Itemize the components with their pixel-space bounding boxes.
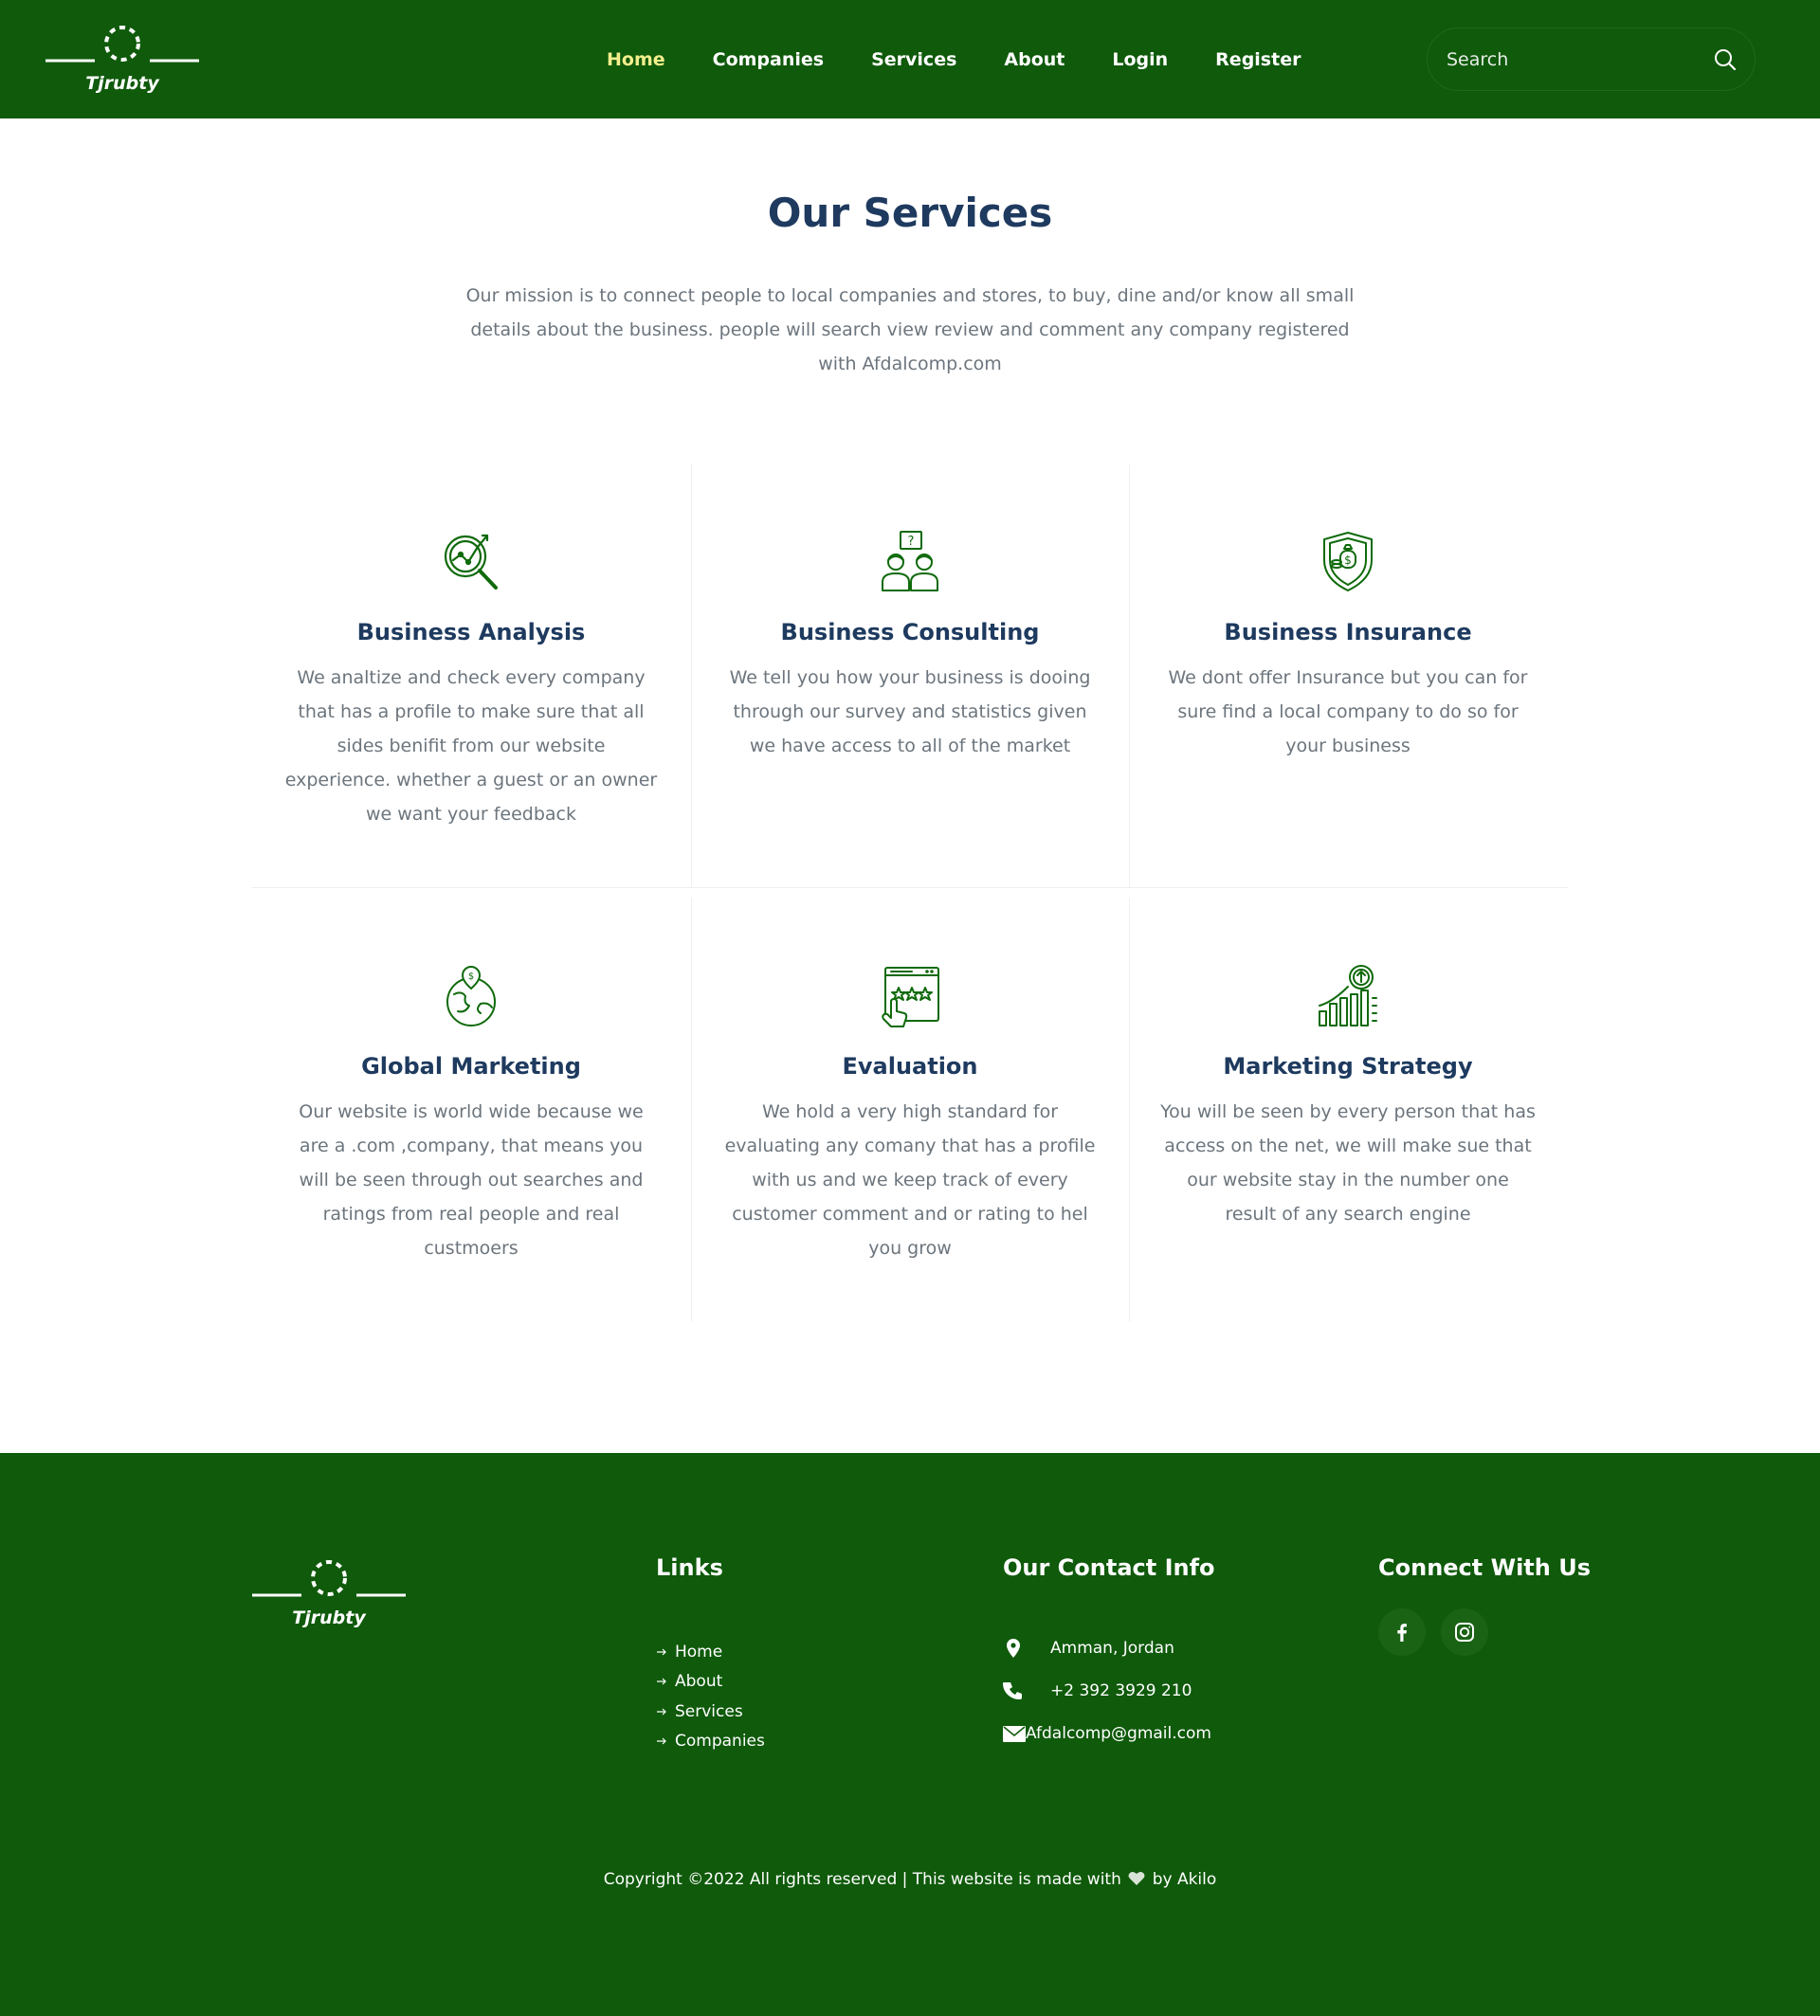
contact-phone: +2 392 3929 210	[1003, 1680, 1192, 1702]
global-marketing-icon: $	[446, 966, 496, 1026]
footer-contact-title: Our Contact Info	[1003, 1554, 1215, 1581]
footer-links: Home About Services Companies	[656, 1637, 765, 1756]
footer-brand-logo[interactable]: Tjrubty	[252, 1553, 406, 1631]
service-title: Marketing Strategy	[1223, 1053, 1473, 1080]
services-grid: Business Analysis We analtize and check …	[252, 464, 1568, 1321]
contact-address: Amman, Jordan	[1003, 1637, 1174, 1660]
service-card-business-consulting: ? Business Consulting We tell you how yo…	[691, 530, 1129, 763]
page-title: Our Services	[767, 190, 1053, 236]
brand-logo[interactable]: Tjrubty	[46, 19, 199, 97]
footer-links-title: Links	[656, 1554, 723, 1581]
heart-icon	[1128, 1871, 1145, 1885]
nav-home[interactable]: Home	[607, 49, 665, 70]
service-text: We hold a very high standard for evaluat…	[724, 1101, 1096, 1259]
site-header: Tjrubty Home Companies Services About Lo…	[0, 0, 1820, 118]
strategy-growth-chart-icon	[1319, 965, 1377, 1026]
nav-companies[interactable]: Companies	[713, 49, 824, 70]
arrow-right-icon	[657, 1678, 666, 1685]
service-text: We analtize and check every company that…	[284, 667, 658, 825]
facebook-icon	[1397, 1624, 1407, 1642]
service-title: Business Insurance	[1224, 619, 1472, 645]
map-pin-icon	[1007, 1639, 1020, 1658]
arrow-right-icon	[657, 1737, 666, 1745]
insurance-shield-icon: $	[1323, 532, 1373, 591]
arrow-right-icon	[657, 1708, 666, 1716]
analysis-magnifier-icon	[444, 534, 498, 590]
facebook-button[interactable]	[1378, 1608, 1426, 1656]
instagram-button[interactable]	[1441, 1608, 1488, 1656]
brand-name: Tjrubty	[85, 73, 160, 94]
search-box	[1427, 27, 1756, 91]
service-title: Global Marketing	[361, 1053, 581, 1080]
nav-login[interactable]: Login	[1112, 49, 1168, 70]
footer-link-about[interactable]: About	[656, 1667, 765, 1698]
service-card-business-insurance: $ Business Insurance We dont offer Insur…	[1129, 530, 1567, 763]
svg-text:$: $	[468, 972, 474, 982]
envelope-icon	[1003, 1726, 1026, 1742]
service-text: We dont offer Insurance but you can for …	[1168, 667, 1528, 756]
nav-services[interactable]: Services	[871, 49, 956, 70]
nav-about[interactable]: About	[1004, 49, 1065, 70]
grid-divider	[252, 887, 1568, 888]
footer-connect-title: Connect With Us	[1378, 1554, 1591, 1581]
service-text: We tell you how your business is dooing …	[729, 667, 1091, 756]
service-card-marketing-strategy: Marketing Strategy You will be seen by e…	[1129, 964, 1567, 1231]
site-footer: Tjrubty Links Home About Services Compan…	[0, 1453, 1820, 2016]
service-title: Evaluation	[842, 1053, 978, 1080]
footer-brand-name: Tjrubty	[292, 1607, 367, 1628]
phone-icon	[1003, 1682, 1022, 1699]
footer-link-home[interactable]: Home	[656, 1637, 765, 1667]
service-text: Our website is world wide because we are…	[299, 1101, 644, 1259]
evaluation-rating-icon	[882, 967, 939, 1027]
search-icon[interactable]	[1712, 46, 1738, 73]
nav-register[interactable]: Register	[1215, 49, 1301, 70]
footer-link-services[interactable]: Services	[656, 1697, 765, 1727]
main-nav: Home Companies Services About Login Regi…	[607, 0, 1348, 118]
svg-text:?: ?	[908, 535, 915, 549]
service-title: Business Consulting	[780, 619, 1040, 645]
instagram-icon	[1455, 1623, 1474, 1642]
services-description: Our mission is to connect people to loca…	[465, 285, 1355, 374]
search-input[interactable]	[1447, 46, 1693, 73]
service-card-business-analysis: Business Analysis We analtize and check …	[252, 530, 690, 831]
copyright: Copyright ©2022 All rights reserved | Th…	[603, 1870, 1217, 1889]
contact-email: Afdalcomp@gmail.com	[1003, 1722, 1211, 1745]
consulting-people-icon: ?	[882, 531, 938, 591]
service-text: You will be seen by every person that ha…	[1160, 1101, 1536, 1225]
arrow-right-icon	[657, 1648, 666, 1656]
service-card-evaluation: Evaluation We hold a very high standard …	[691, 964, 1129, 1265]
service-title: Business Analysis	[356, 619, 586, 645]
footer-link-companies[interactable]: Companies	[656, 1727, 765, 1757]
service-card-global-marketing: $ Global Marketing Our website is world …	[252, 964, 690, 1265]
svg-text:$: $	[1344, 554, 1352, 567]
